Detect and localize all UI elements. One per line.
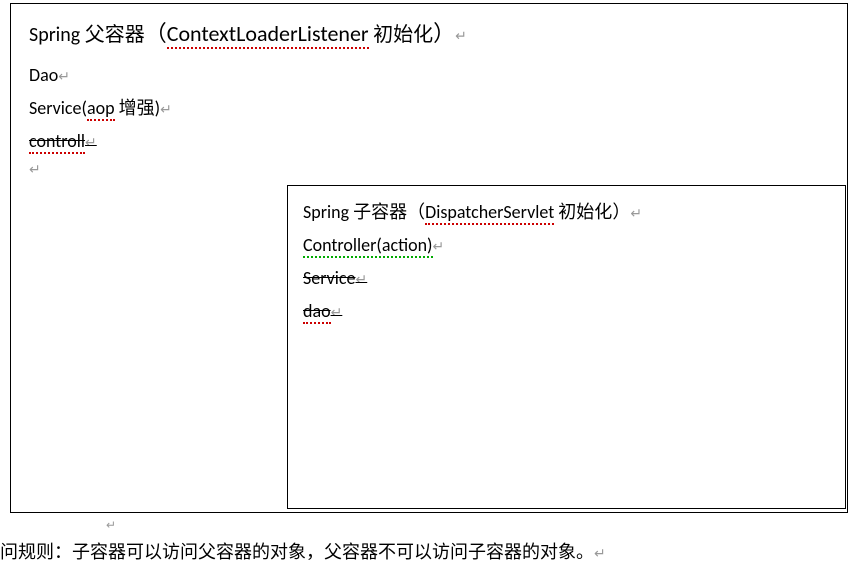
- child-title-suffix: 初始化: [554, 201, 612, 223]
- carriage-icon: ↵: [356, 271, 368, 288]
- carriage-icon: ↵: [106, 518, 116, 533]
- parent-title-suffix: 初始化: [369, 23, 434, 47]
- child-title-prefix: Spring 子容器: [303, 201, 407, 223]
- parent-container-box: Spring 父容器（ContextLoaderListener 初始化）↵ D…: [10, 3, 848, 513]
- carriage-icon: ↵: [58, 68, 70, 85]
- carriage-icon: ↵: [160, 101, 172, 118]
- parent-paren-close: ）: [433, 20, 455, 47]
- carriage-icon: ↵: [29, 161, 829, 178]
- child-paren-open: （: [407, 201, 425, 223]
- carriage-mark: ↵: [106, 519, 116, 533]
- parent-classname: ContextLoaderListener: [167, 20, 369, 49]
- service-suffix: 增强): [115, 97, 161, 119]
- parent-paren-open: （: [145, 20, 167, 47]
- child-item-dao: dao↵: [303, 298, 830, 325]
- carriage-icon: ↵: [331, 304, 343, 321]
- parent-item-controll: controll↵: [29, 128, 829, 155]
- controller-text: Controller(action): [303, 234, 433, 258]
- service-aop: aop: [87, 97, 115, 121]
- carriage-icon: ↵: [85, 134, 97, 151]
- parent-title-prefix: Spring 父容器: [29, 23, 145, 47]
- access-rule-text: 问规则：子容器可以访问父容器的对象，父容器不可以访问子容器的对象。↵: [0, 538, 606, 564]
- carriage-icon: ↵: [455, 28, 467, 45]
- carriage-mark: ↵: [29, 161, 41, 178]
- child-item-service: Service↵: [303, 265, 830, 292]
- dao-text: Dao: [29, 64, 58, 86]
- child-item-controller: Controller(action)↵: [303, 232, 830, 259]
- child-container-title: Spring 子容器（DispatcherServlet 初始化）↵: [303, 198, 830, 224]
- parent-item-dao: Dao↵: [29, 62, 829, 89]
- child-service-text: Service: [303, 267, 356, 289]
- carriage-icon: ↵: [630, 205, 642, 222]
- parent-item-service: Service(aop 增强)↵: [29, 95, 829, 122]
- rule-text: 问规则：子容器可以访问父容器的对象，父容器不可以访问子容器的对象。: [0, 541, 594, 563]
- child-classname: DispatcherServlet: [425, 201, 554, 225]
- child-container-box: Spring 子容器（DispatcherServlet 初始化）↵ Contr…: [287, 185, 846, 509]
- service-prefix: Service(: [29, 97, 87, 119]
- carriage-icon: ↵: [594, 545, 606, 562]
- child-dao-text: dao: [303, 300, 331, 324]
- child-paren-close: ）: [612, 201, 630, 223]
- carriage-icon: ↵: [433, 238, 445, 255]
- controll-text: controll: [29, 130, 85, 154]
- parent-container-title: Spring 父容器（ContextLoaderListener 初始化）↵: [29, 16, 829, 48]
